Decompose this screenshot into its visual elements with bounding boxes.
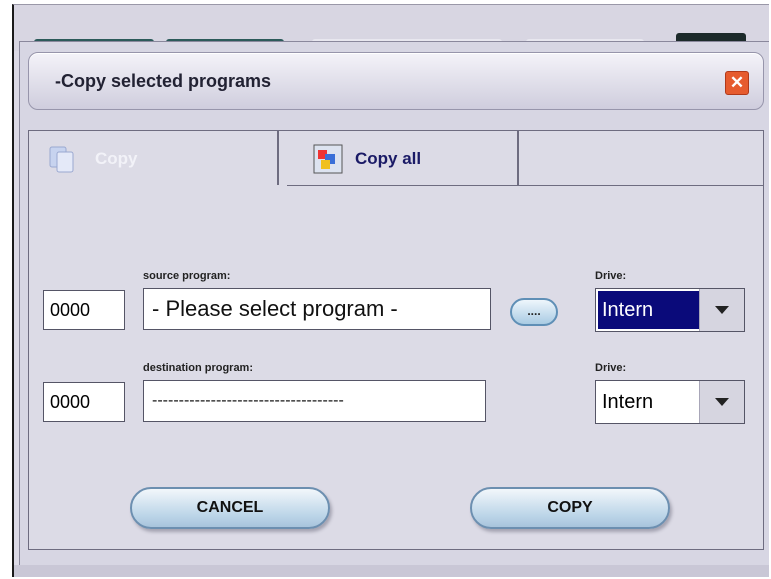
destination-program-field[interactable]: ------------------------------------ <box>143 380 486 422</box>
destination-caption: destination program: <box>143 362 254 374</box>
destination-drive-value: Intern <box>602 391 654 413</box>
tab-divider <box>287 185 763 186</box>
tab-copy[interactable]: Copy <box>28 130 278 186</box>
copy-all-icon <box>313 144 343 173</box>
dialog-title: -Copy selected programs <box>55 71 272 91</box>
source-number-field[interactable]: 0000 <box>43 290 125 330</box>
background-statusbar <box>14 565 769 577</box>
source-drive-select[interactable]: Intern <box>595 288 745 332</box>
tab-copy-all[interactable]: Copy all <box>278 130 518 186</box>
chevron-down-icon[interactable] <box>699 381 744 423</box>
source-program-field[interactable]: - Please select program - <box>143 288 491 330</box>
source-caption: source program: <box>143 270 231 282</box>
application-frame: -Copy selected programs ✕ Copy Copy all … <box>12 4 769 577</box>
copy-programs-dialog: -Copy selected programs ✕ Copy Copy all … <box>19 41 769 566</box>
browse-button[interactable]: .... <box>510 298 558 326</box>
dialog-titlebar: -Copy selected programs ✕ <box>28 52 764 110</box>
source-drive-caption: Drive: <box>595 270 627 282</box>
close-button[interactable]: ✕ <box>725 71 749 95</box>
copy-button[interactable]: COPY <box>470 487 670 529</box>
source-drive-value: Intern <box>598 291 702 329</box>
destination-drive-caption: Drive: <box>595 362 627 374</box>
chevron-down-icon[interactable] <box>699 289 744 331</box>
tab-empty <box>518 130 764 186</box>
copy-icon <box>49 146 74 172</box>
destination-number-field[interactable]: 0000 <box>43 382 125 422</box>
tab-copy-label: Copy <box>95 148 138 168</box>
cancel-button[interactable]: CANCEL <box>130 487 330 529</box>
close-icon: ✕ <box>729 73 745 92</box>
destination-drive-select[interactable]: Intern <box>595 380 745 424</box>
tab-row: Copy Copy all <box>28 130 768 186</box>
tab-copy-all-label: Copy all <box>355 148 422 168</box>
